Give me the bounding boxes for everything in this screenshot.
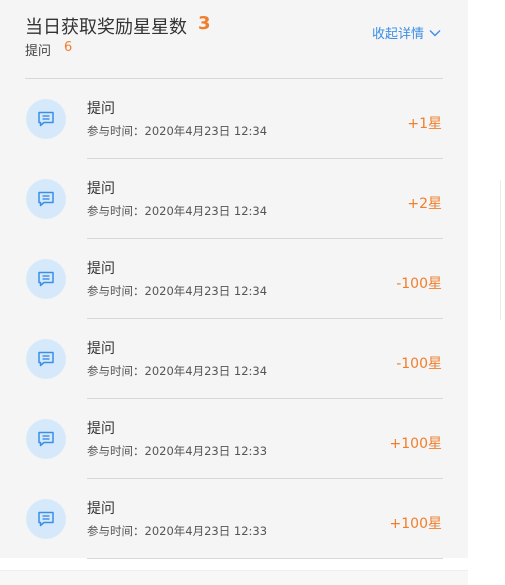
record-title: 提问 xyxy=(87,181,115,197)
record-value: +100星 xyxy=(389,436,442,452)
record-value: +2星 xyxy=(407,196,442,212)
message-icon xyxy=(26,259,66,299)
record-time: 参与时间：2020年4月23日 12:34 xyxy=(87,124,268,138)
divider xyxy=(500,180,501,320)
record-title: 提问 xyxy=(87,501,115,517)
list-item: 提问参与时间：2020年4月23日 12:33 +100星 xyxy=(0,399,468,479)
row-divider xyxy=(87,558,443,559)
record-value: +100星 xyxy=(389,516,442,532)
category-count: 6 xyxy=(64,40,73,55)
star-count: 3 xyxy=(198,13,211,34)
record-time: 参与时间：2020年4月23日 12:34 xyxy=(87,204,268,218)
category-label: 提问 xyxy=(25,44,52,59)
record-time: 参与时间：2020年4月23日 12:34 xyxy=(87,284,268,298)
chevron-down-icon xyxy=(429,29,441,36)
message-icon xyxy=(26,99,66,139)
record-time: 参与时间：2020年4月23日 12:33 xyxy=(87,524,268,538)
record-title: 提问 xyxy=(87,421,115,437)
list-item: 提问参与时间：2020年4月23日 12:34 +1星 xyxy=(0,79,468,159)
message-icon xyxy=(26,499,66,539)
record-title: 提问 xyxy=(87,101,115,117)
list-item: 提问参与时间：2020年4月23日 12:34 +2星 xyxy=(0,159,468,239)
record-value: -100星 xyxy=(396,356,442,372)
message-icon xyxy=(26,179,66,219)
record-title: 提问 xyxy=(87,341,115,357)
page-title: 当日获取奖励星星数 xyxy=(25,17,187,38)
collapse-label: 收起详情 xyxy=(371,27,424,42)
reward-panel: 当日获取奖励星星数 3 提问 6 收起详情 提问参与时间：2020年4月23日 … xyxy=(0,0,468,559)
message-icon xyxy=(26,339,66,379)
list-item: 提问参与时间：2020年4月23日 12:34 -100星 xyxy=(0,319,468,399)
record-title: 提问 xyxy=(87,261,115,277)
list-item: 提问参与时间：2020年4月23日 12:33 +100星 xyxy=(0,479,468,559)
collapse-details-button[interactable]: 收起详情 xyxy=(372,23,442,42)
message-icon xyxy=(26,419,66,459)
list-item: 提问参与时间：2020年4月23日 12:34 -100星 xyxy=(0,239,468,319)
record-time: 参与时间：2020年4月23日 12:34 xyxy=(87,364,268,378)
record-time: 参与时间：2020年4月23日 12:33 xyxy=(87,444,268,458)
next-section-edge xyxy=(0,570,468,585)
record-value: +1星 xyxy=(407,116,442,132)
record-value: -100星 xyxy=(396,276,442,292)
